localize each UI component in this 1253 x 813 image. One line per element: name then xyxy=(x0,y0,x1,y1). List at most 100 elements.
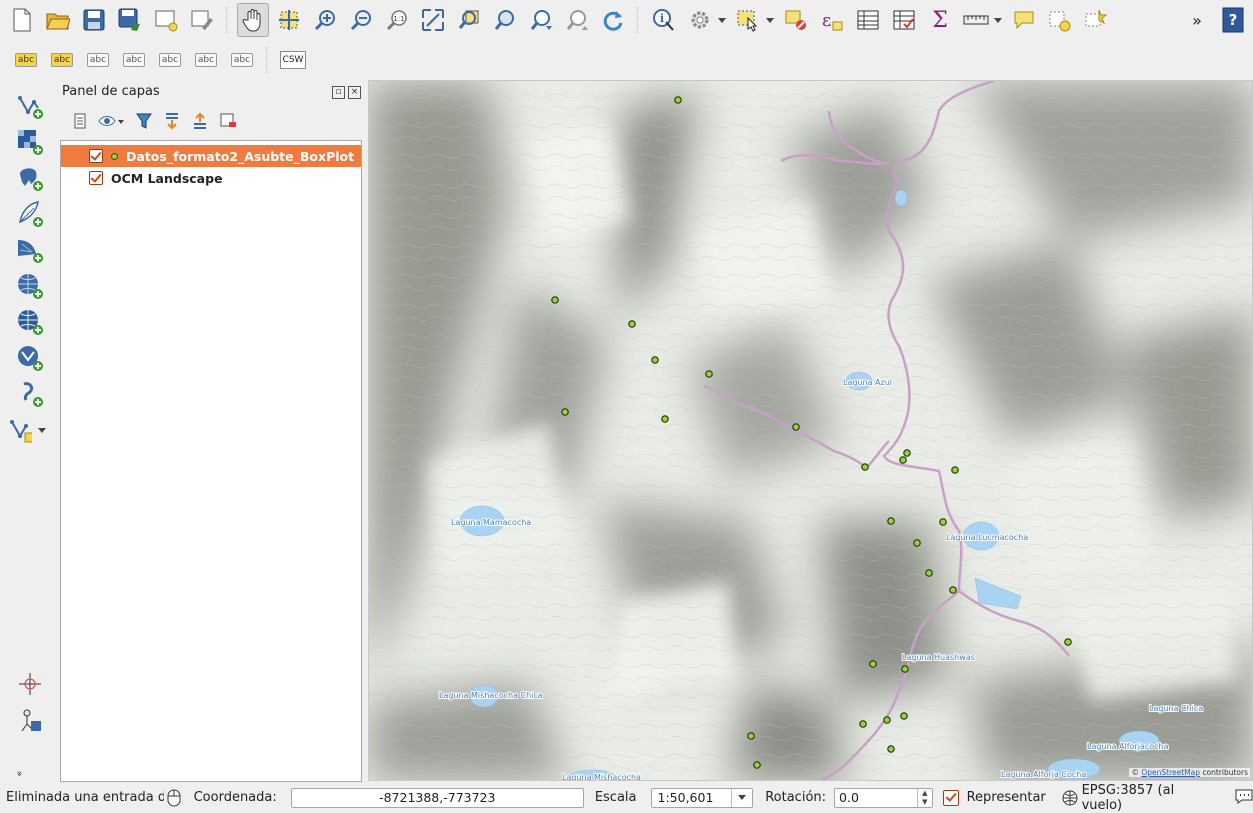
layer-diagram-button[interactable]: abc xyxy=(46,46,78,74)
layer-styling-icon[interactable] xyxy=(66,110,94,132)
sample-point[interactable] xyxy=(705,370,713,378)
coordinate-capture-icon[interactable] xyxy=(14,668,46,700)
sample-point[interactable] xyxy=(628,320,636,328)
zoom-next-icon[interactable] xyxy=(561,3,593,37)
attribute-table-icon[interactable] xyxy=(852,3,884,37)
collapse-all-icon[interactable] xyxy=(186,110,214,132)
expression-select-icon[interactable]: ε xyxy=(816,3,848,37)
new-project-icon[interactable] xyxy=(6,3,38,37)
sample-point[interactable] xyxy=(887,517,895,525)
sample-point[interactable] xyxy=(1064,638,1072,646)
sample-point[interactable] xyxy=(859,720,867,728)
zoom-to-selection-icon[interactable] xyxy=(453,3,485,37)
add-postgis-layer-icon[interactable] xyxy=(14,162,46,194)
gps-tools-icon[interactable] xyxy=(14,704,46,736)
new-shapefile-icon[interactable] xyxy=(8,414,52,446)
sample-point[interactable] xyxy=(939,518,947,526)
sample-point[interactable] xyxy=(913,539,921,547)
chevron-down-icon[interactable] xyxy=(994,17,1002,23)
render-checkbox[interactable] xyxy=(942,789,959,806)
remove-layer-icon[interactable] xyxy=(214,110,242,132)
sample-point[interactable] xyxy=(651,356,659,364)
layer-visibility-checkbox[interactable] xyxy=(89,149,103,163)
layer-item-ocm[interactable]: OCM Landscape xyxy=(61,167,361,189)
manage-visibility-icon[interactable] xyxy=(94,110,130,132)
mouse-icon[interactable] xyxy=(164,788,184,808)
measure-line-icon[interactable] xyxy=(960,3,992,37)
action-gear-icon[interactable] xyxy=(684,3,716,37)
sample-point[interactable] xyxy=(949,586,957,594)
sample-point[interactable] xyxy=(861,463,869,471)
scale-combo[interactable]: 1:50,601 xyxy=(650,787,754,808)
expand-toolbar-button[interactable]: » xyxy=(14,768,25,779)
filter-legend-icon[interactable] xyxy=(130,110,158,132)
toolbar-overflow-button[interactable]: » xyxy=(1181,3,1213,37)
attribution-link[interactable]: OpenStreetMap xyxy=(1141,768,1200,777)
sample-point[interactable] xyxy=(887,745,895,753)
map-canvas[interactable]: Laguna Azul Laguna Mamacocha Laguna Lucm… xyxy=(368,80,1253,781)
sample-point[interactable] xyxy=(901,665,909,673)
add-wfs-layer-icon[interactable] xyxy=(14,342,46,374)
change-label-button[interactable]: abc xyxy=(226,46,258,74)
open-project-icon[interactable] xyxy=(42,3,74,37)
close-icon[interactable]: × xyxy=(348,86,361,99)
sample-point[interactable] xyxy=(551,296,559,304)
help-icon[interactable]: ? xyxy=(1217,3,1249,37)
chevron-down-icon[interactable] xyxy=(38,427,46,433)
rotation-spinbox[interactable]: 0.0 ▲ ▼ xyxy=(834,787,933,808)
sample-point[interactable] xyxy=(951,466,959,474)
statistics-sigma-icon[interactable]: Σ xyxy=(924,3,956,37)
sample-point[interactable] xyxy=(903,449,911,457)
sample-point[interactable] xyxy=(883,716,891,724)
float-panel-icon[interactable]: ▫ xyxy=(332,86,345,99)
pan-map-icon[interactable] xyxy=(237,3,269,37)
layer-labeling-button[interactable]: abc xyxy=(10,46,42,74)
chevron-down-icon[interactable] xyxy=(718,17,726,23)
add-delimited-text-icon[interactable] xyxy=(14,378,46,410)
sample-point[interactable] xyxy=(925,569,933,577)
messages-icon[interactable] xyxy=(1235,788,1253,808)
add-vector-layer-icon[interactable] xyxy=(14,90,46,122)
show-labels-button[interactable]: abc xyxy=(118,46,150,74)
sample-point[interactable] xyxy=(792,423,800,431)
expand-all-icon[interactable] xyxy=(158,110,186,132)
zoom-full-icon[interactable] xyxy=(417,3,449,37)
show-bookmarks-icon[interactable] xyxy=(1080,3,1112,37)
add-raster-layer-icon[interactable] xyxy=(14,126,46,158)
sample-point[interactable] xyxy=(869,660,877,668)
new-bookmark-icon[interactable] xyxy=(1044,3,1076,37)
add-wcs-layer-icon[interactable] xyxy=(14,306,46,338)
layout-manager-icon[interactable] xyxy=(186,3,218,37)
sample-point[interactable] xyxy=(900,712,908,720)
save-as-icon[interactable] xyxy=(114,3,146,37)
field-calculator-icon[interactable] xyxy=(888,3,920,37)
layer-item-datos[interactable]: Datos_formato2_Asubte_BoxPlot xyxy=(61,145,361,167)
sample-point[interactable] xyxy=(899,456,907,464)
sample-point[interactable] xyxy=(753,761,761,769)
deselect-all-icon[interactable] xyxy=(780,3,812,37)
save-project-icon[interactable] xyxy=(78,3,110,37)
pan-to-selection-icon[interactable] xyxy=(273,3,305,37)
pin-labels-button[interactable]: abc xyxy=(82,46,114,74)
sample-point[interactable] xyxy=(674,96,682,104)
refresh-icon[interactable] xyxy=(597,3,629,37)
zoom-out-icon[interactable] xyxy=(345,3,377,37)
layer-visibility-checkbox[interactable] xyxy=(89,171,103,185)
csw-button[interactable]: CSW xyxy=(277,46,309,74)
crs-button[interactable]: EPSG:3857 (al vuelo) xyxy=(1062,783,1217,813)
map-tips-icon[interactable] xyxy=(1008,3,1040,37)
zoom-native-icon[interactable]: 1:1 xyxy=(381,3,413,37)
zoom-last-icon[interactable] xyxy=(525,3,557,37)
chevron-down-icon[interactable] xyxy=(766,17,774,23)
zoom-to-layer-icon[interactable] xyxy=(489,3,521,37)
zoom-in-icon[interactable] xyxy=(309,3,341,37)
rotate-label-button[interactable]: abc xyxy=(190,46,222,74)
identify-features-icon[interactable]: i xyxy=(648,3,680,37)
sample-point[interactable] xyxy=(661,415,669,423)
coordinate-field[interactable]: -8721388,-773723 xyxy=(290,787,584,808)
add-wms-layer-icon[interactable] xyxy=(14,270,46,302)
new-print-layout-icon[interactable] xyxy=(150,3,182,37)
chevron-down-icon[interactable] xyxy=(731,788,752,807)
sample-point[interactable] xyxy=(747,732,755,740)
select-features-icon[interactable] xyxy=(732,3,764,37)
